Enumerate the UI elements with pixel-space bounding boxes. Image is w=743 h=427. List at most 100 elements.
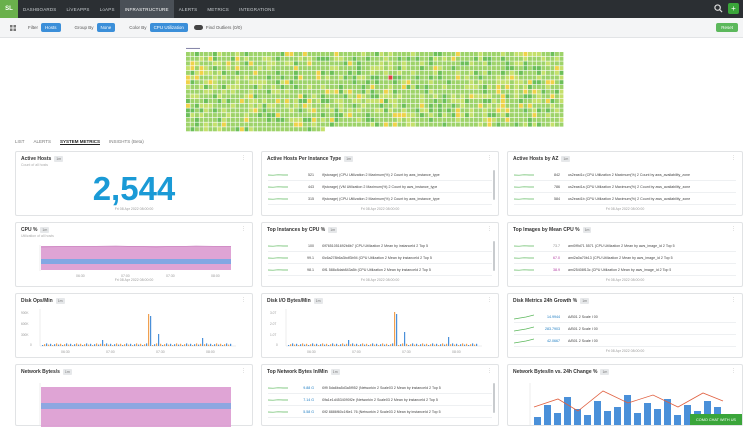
heatmap-cell[interactable]	[559, 70, 564, 75]
heatmap-cell[interactable]	[370, 84, 375, 89]
heatmap-cell[interactable]	[339, 66, 343, 71]
heatmap-cell[interactable]	[487, 113, 492, 118]
heatmap-cell[interactable]	[397, 108, 402, 113]
heatmap-cell[interactable]	[532, 113, 537, 118]
heatmap-cell[interactable]	[294, 108, 298, 113]
heatmap-cell[interactable]	[249, 89, 253, 94]
heatmap-cell[interactable]	[217, 75, 222, 80]
heatmap-cell[interactable]	[397, 122, 402, 127]
heatmap-cell[interactable]	[303, 80, 307, 85]
heatmap-cell[interactable]	[388, 56, 393, 61]
heatmap-cell[interactable]	[519, 89, 523, 94]
heatmap-cell[interactable]	[379, 61, 384, 66]
heatmap-cell[interactable]	[433, 80, 438, 85]
heatmap-cell[interactable]	[465, 84, 469, 89]
heatmap-cell[interactable]	[370, 80, 375, 85]
heatmap-cell[interactable]	[474, 52, 478, 57]
heatmap-cell[interactable]	[537, 66, 541, 71]
heatmap-cell[interactable]	[330, 56, 334, 61]
heatmap-cell[interactable]	[276, 117, 280, 122]
heatmap-cell[interactable]	[397, 94, 402, 99]
heatmap-cell[interactable]	[186, 94, 190, 99]
heatmap-cell[interactable]	[411, 80, 415, 85]
heatmap-cell[interactable]	[397, 103, 402, 108]
heatmap-cell[interactable]	[501, 80, 505, 85]
heatmap-cell[interactable]	[334, 52, 339, 57]
heatmap-cell[interactable]	[222, 56, 226, 61]
heatmap-cell[interactable]	[388, 52, 393, 57]
heatmap-cell[interactable]	[253, 84, 258, 89]
heatmap-cell[interactable]	[546, 56, 550, 61]
heatmap-cell[interactable]	[415, 94, 420, 99]
heatmap-cell[interactable]	[460, 75, 465, 80]
heatmap-cell[interactable]	[339, 80, 343, 85]
heatmap-cell[interactable]	[267, 75, 271, 80]
heatmap-cell[interactable]	[366, 113, 370, 118]
heatmap-cell[interactable]	[451, 103, 456, 108]
heatmap-cell[interactable]	[559, 80, 564, 85]
heatmap-cell[interactable]	[397, 61, 402, 66]
heatmap-cell[interactable]	[240, 122, 244, 127]
heatmap-cell[interactable]	[366, 56, 370, 61]
heatmap-cell[interactable]	[406, 56, 411, 61]
heatmap-cell[interactable]	[406, 80, 411, 85]
heatmap-cell[interactable]	[285, 89, 289, 94]
heatmap-cell[interactable]	[375, 122, 379, 127]
heatmap-cell[interactable]	[505, 94, 510, 99]
chat-button[interactable]: COMO CHAT WITH US	[690, 414, 742, 425]
heatmap-cell[interactable]	[510, 103, 514, 108]
heatmap-cell[interactable]	[298, 117, 303, 122]
heatmap-cell[interactable]	[298, 127, 303, 132]
heatmap-cell[interactable]	[244, 89, 249, 94]
heatmap-cell[interactable]	[483, 70, 487, 75]
heatmap-cell[interactable]	[222, 61, 226, 66]
heatmap-cell[interactable]	[343, 103, 348, 108]
heatmap-cell[interactable]	[370, 75, 375, 80]
heatmap-cell[interactable]	[190, 61, 195, 66]
heatmap-cell[interactable]	[510, 75, 514, 80]
heatmap-cell[interactable]	[478, 94, 483, 99]
heatmap-cell[interactable]	[397, 113, 402, 118]
heatmap-cell[interactable]	[465, 61, 469, 66]
list-item[interactable]: 786 us2east1a (CPU Utilization 2 Maximum(…	[514, 181, 736, 193]
heatmap-cell[interactable]	[388, 108, 393, 113]
heatmap-cell[interactable]	[501, 56, 505, 61]
heatmap-cell[interactable]	[438, 94, 442, 99]
heatmap-cell[interactable]	[222, 108, 226, 113]
heatmap-cell[interactable]	[285, 117, 289, 122]
heatmap-cell[interactable]	[298, 70, 303, 75]
heatmap-cell[interactable]	[555, 103, 559, 108]
heatmap-cell[interactable]	[240, 117, 244, 122]
heatmap-cell[interactable]	[541, 103, 546, 108]
heatmap-cell[interactable]	[262, 61, 267, 66]
heatmap-cell[interactable]	[361, 117, 366, 122]
heatmap-cell[interactable]	[244, 94, 249, 99]
list-item[interactable]: 9.88 Gi0f9 5da6ba5d3a5f952 (Networkin 2 …	[268, 382, 492, 394]
heatmap-cell[interactable]	[370, 52, 375, 57]
heatmap-cell[interactable]	[537, 117, 541, 122]
heatmap-cell[interactable]	[519, 103, 523, 108]
heatmap-cell[interactable]	[411, 103, 415, 108]
heatmap-cell[interactable]	[298, 108, 303, 113]
heatmap-cell[interactable]	[307, 80, 312, 85]
heatmap-cell[interactable]	[483, 108, 487, 113]
heatmap-cell[interactable]	[474, 84, 478, 89]
heatmap-cell[interactable]	[465, 113, 469, 118]
heatmap-cell[interactable]	[312, 103, 316, 108]
heatmap-cell[interactable]	[249, 99, 253, 104]
heatmap-cell[interactable]	[388, 61, 393, 66]
heatmap-cell[interactable]	[447, 113, 451, 118]
heatmap-cell[interactable]	[532, 89, 537, 94]
heatmap-cell[interactable]	[528, 99, 532, 104]
heatmap-cell[interactable]	[334, 89, 339, 94]
heatmap-cell[interactable]	[289, 127, 294, 132]
filter-select[interactable]: Hosts	[41, 23, 61, 32]
heatmap-cell[interactable]	[442, 117, 447, 122]
heatmap-cell[interactable]	[456, 122, 460, 127]
heatmap-cell[interactable]	[303, 70, 307, 75]
heatmap-cell[interactable]	[546, 52, 550, 57]
heatmap-cell[interactable]	[375, 80, 379, 85]
heatmap-cell[interactable]	[267, 117, 271, 122]
heatmap-cell[interactable]	[208, 94, 213, 99]
heatmap-cell[interactable]	[267, 94, 271, 99]
